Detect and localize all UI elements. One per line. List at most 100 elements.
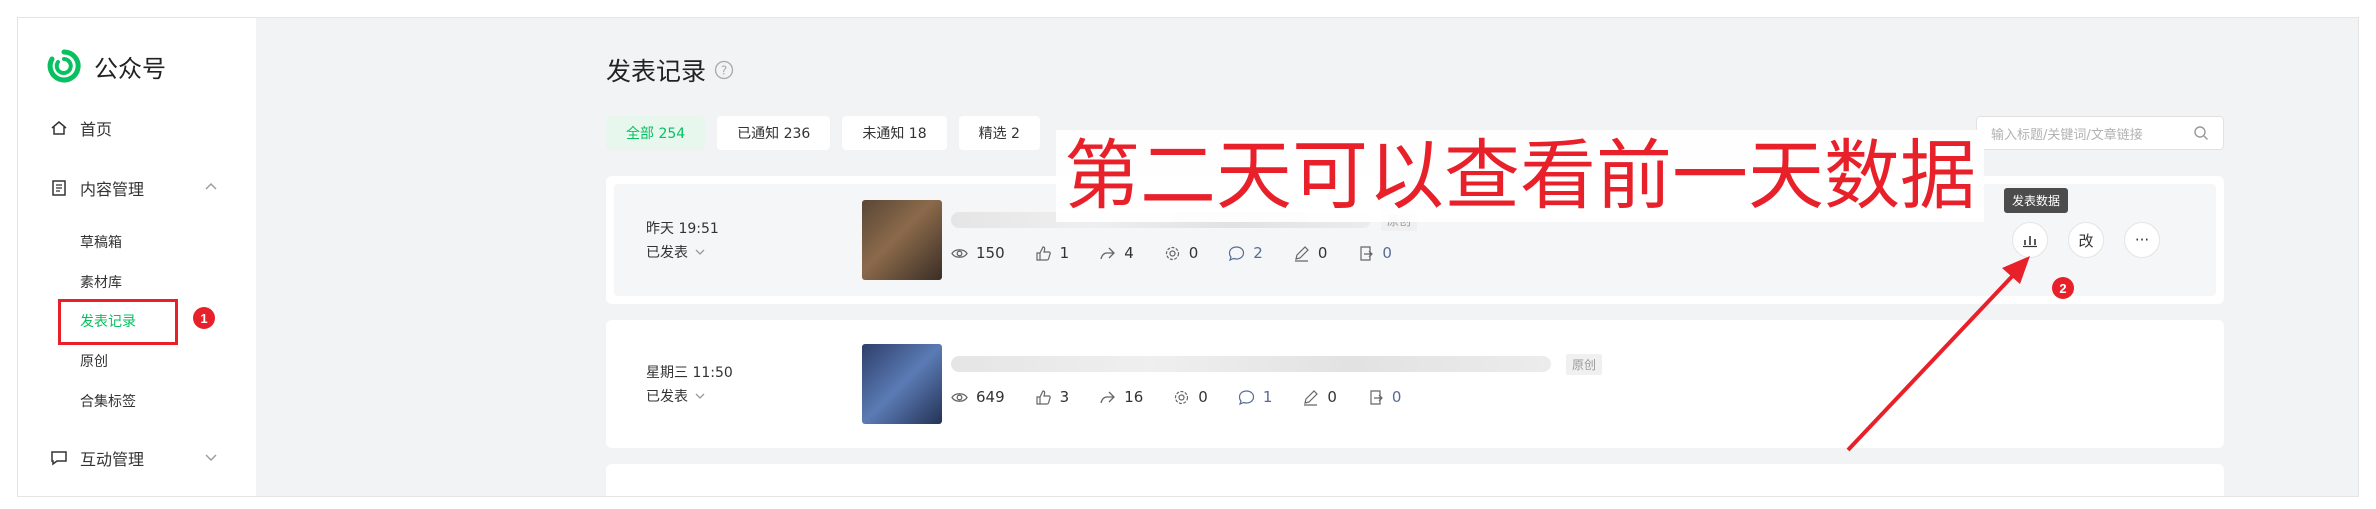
svg-text:?: ? [721,64,727,78]
filter-not-notified[interactable]: 未通知 18 [842,116,947,150]
sidebar-item-original[interactable]: 原创 [80,351,108,371]
share-icon [1100,247,1116,259]
edit-button[interactable]: 改 [2068,222,2104,258]
publish-status-label: 已发表 [646,389,688,405]
chevron-up-icon[interactable] [204,180,218,194]
page-title-text: 发表记录 [606,57,707,86]
article-thumbnail[interactable] [862,344,942,424]
comment-icon [1229,245,1245,261]
logo-text: 公众号 [94,54,166,83]
stat-wow-value: 0 [1188,244,1199,262]
stat-wow-value: 0 [1198,388,1208,406]
stat-likes: 3 [1035,388,1070,406]
filter-notified[interactable]: 已通知 236 [717,116,831,150]
wow-flower-icon [1165,246,1179,260]
publish-status[interactable]: 已发表 [646,242,706,262]
wow-flower-icon [1175,390,1189,404]
sidebar-item-collection-tags[interactable]: 合集标签 [80,391,136,411]
publish-status-label: 已发表 [646,245,688,261]
search-placeholder: 输入标题/关键词/文章链接 [1991,127,2143,143]
stat-shares: 4 [1099,244,1134,262]
annotation-highlight-box [58,299,178,345]
thumbs-up-icon [1036,389,1051,405]
stat-likes-value: 3 [1059,388,1070,406]
help-icon[interactable]: ? [714,60,734,80]
original-tag: 原创 [1566,354,1603,375]
chevron-down-icon [695,393,705,399]
article-title-blurred[interactable] [951,356,1551,372]
document-icon [52,180,66,196]
chevron-down-icon[interactable] [204,450,218,464]
sidebar-item-label: 互动管理 [80,450,145,469]
window-frame: 公众号 首页 内容管理 草稿箱 素材库 发表记录 原创 合集标签 互动管理 发表… [18,18,2358,496]
stat-wow: 0 [1173,388,1208,406]
stat-follows-value[interactable]: 0 [1392,388,1402,406]
stat-comments: 1 [1238,388,1273,406]
stat-shares-value: 4 [1124,244,1134,262]
search-icon[interactable] [2193,125,2209,141]
stat-comments: 2 [1228,244,1263,262]
home-icon [51,121,67,135]
stat-views: 150 [951,244,1005,262]
annotation-caption: 第二天可以查看前一天数据 [1056,130,1984,222]
eye-icon [951,392,968,402]
stat-likes: 1 [1035,244,1070,262]
annotation-step-badge: 2 [2052,277,2074,299]
pen-icon [1294,245,1309,262]
sidebar-item-interaction-management[interactable]: 互动管理 [50,446,144,470]
article-stats: 649 3 16 0 1 0 0 [951,388,1401,406]
publish-time: 星期三 11:50 [646,365,733,381]
article-thumbnail[interactable] [862,200,942,280]
filter-all[interactable]: 全部 254 [606,116,706,150]
message-icon [51,451,67,466]
pen-icon [1304,389,1319,406]
stat-likes-value: 1 [1059,244,1070,262]
chevron-down-icon [695,249,705,255]
thumbs-up-icon [1036,245,1051,261]
follow-icon [1360,245,1374,261]
sidebar-item-materials[interactable]: 素材库 [80,272,122,292]
publish-status[interactable]: 已发表 [646,386,706,406]
stat-views-value: 649 [976,388,1005,406]
stat-follows: 0 [1367,388,1402,406]
search-input[interactable]: 输入标题/关键词/文章链接 [1976,116,2224,150]
sidebar-item-label: 内容管理 [80,180,145,199]
wechat-mp-logo-icon [47,49,81,83]
filter-featured[interactable]: 精选 2 [958,116,1040,150]
sidebar-item-drafts[interactable]: 草稿箱 [80,232,122,252]
page-title: 发表记录 ? [606,52,734,88]
annotation-step-badge: 1 [193,307,215,329]
stat-views-value: 150 [976,244,1005,262]
logo[interactable]: 公众号 [46,48,166,84]
sidebar-item-content-management[interactable]: 内容管理 [50,176,144,200]
stat-views: 649 [951,388,1005,406]
main-content: 发表记录 ? 全部 254 已通知 236 未通知 18 精选 2 输入标题/关… [256,18,2358,496]
filter-tabs: 全部 254 已通知 236 未通知 18 精选 2 [606,116,1040,150]
stat-notes-value: 0 [1327,388,1337,406]
stat-follows-value[interactable]: 0 [1382,244,1392,262]
more-button[interactable]: ··· [2124,222,2160,258]
comment-icon [1238,389,1254,405]
stat-shares-value: 16 [1124,388,1144,406]
stat-notes: 0 [1293,244,1328,262]
publish-data-button[interactable] [2012,222,2048,258]
publish-data-tooltip: 发表数据 [2004,188,2069,213]
follow-icon [1370,389,1383,405]
share-icon [1100,391,1116,403]
article-card[interactable]: 星期三 11:50 已发表 原创 649 3 16 0 1 0 0 [606,320,2224,448]
stat-notes-value: 0 [1317,244,1328,262]
stat-comments-value[interactable]: 2 [1253,244,1263,262]
sidebar-item-label: 首页 [80,120,113,139]
stat-comments-value[interactable]: 1 [1263,388,1273,406]
stat-follows: 0 [1357,244,1392,262]
article-card[interactable] [606,464,2224,496]
eye-icon [951,248,968,258]
publish-time: 昨天 19:51 [646,221,719,237]
stat-shares: 16 [1099,388,1143,406]
article-stats: 150 1 4 0 2 0 0 [951,244,1392,262]
sidebar-item-home[interactable]: 首页 [50,116,112,140]
stat-notes: 0 [1302,388,1337,406]
sidebar: 公众号 首页 内容管理 草稿箱 素材库 发表记录 原创 合集标签 互动管理 [18,18,256,496]
stat-wow: 0 [1164,244,1199,262]
bar-chart-icon [2023,236,2037,248]
